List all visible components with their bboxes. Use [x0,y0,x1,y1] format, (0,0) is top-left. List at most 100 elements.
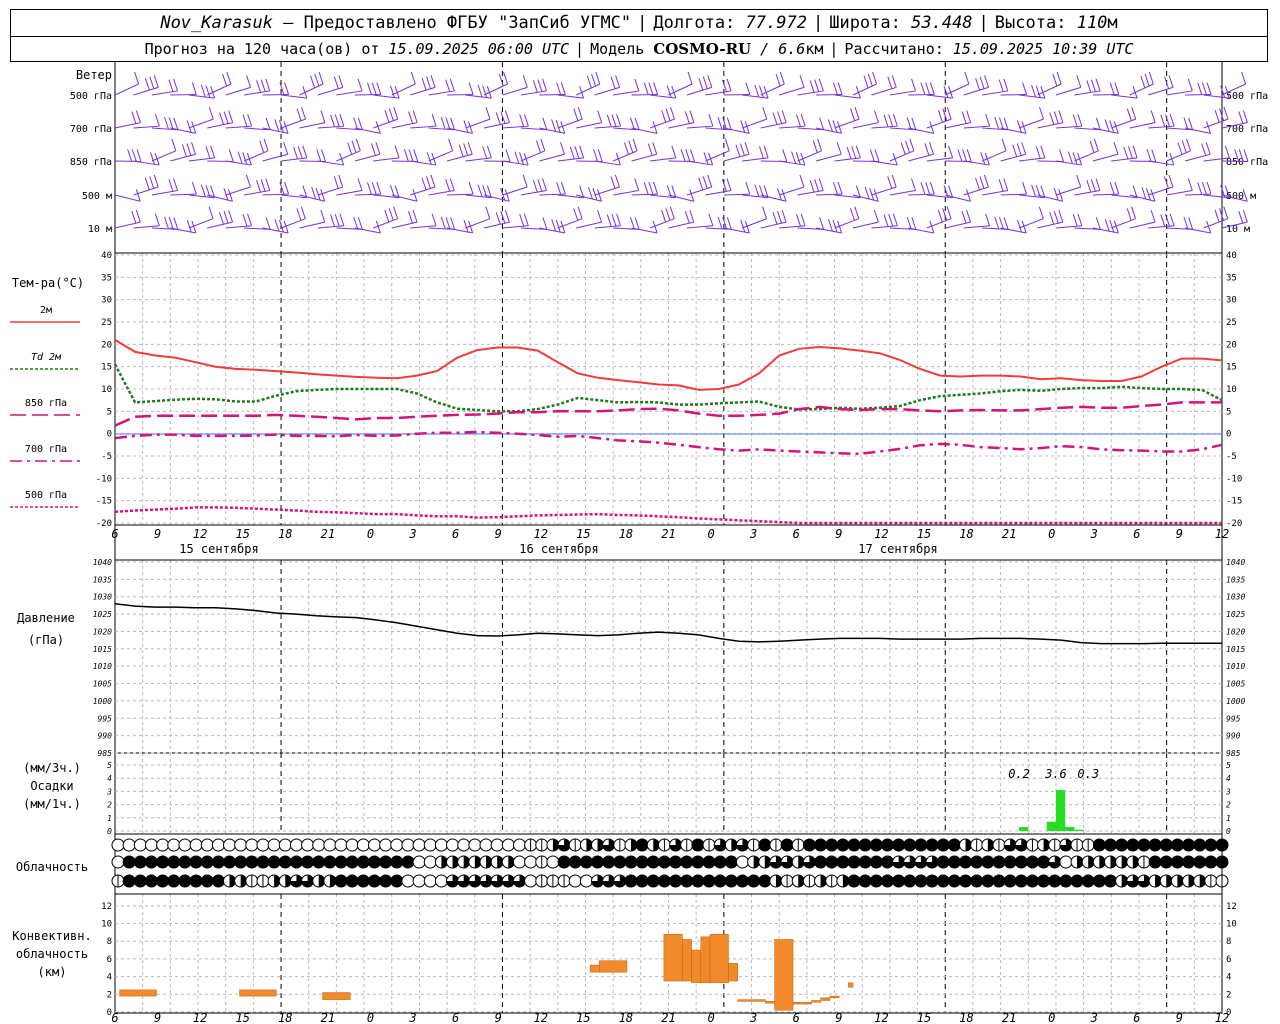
pressure-y-tick-left: 1010 [93,662,112,671]
cloud-symbol [1182,874,1196,888]
wind-barb-feather [1086,80,1092,93]
wind-barb-feather [1150,189,1156,202]
wind-barb-shaft [520,150,546,162]
cloud-symbol [591,838,605,852]
wind-barb-shaft [871,125,898,129]
conv-title-1: Конвективн. [12,929,91,943]
wind-barb-feather [1109,82,1115,95]
cloud-symbol [390,838,404,852]
wind-barb-feather [222,73,228,87]
wind-barb-shaft [963,225,990,229]
cloud-symbol [401,874,415,888]
wind-barb-feather [929,181,935,195]
wind-barb-feather [1076,75,1082,88]
wind-barb-shaft [723,227,750,234]
wind-barb-feather [883,214,889,227]
wind-barb-feather [994,216,1000,230]
wind-level-label-right: 500 гПа [1226,91,1268,102]
wind-barb-shaft [299,122,326,129]
conv-bar [239,989,277,997]
wind-barb-feather [522,174,528,188]
cloud-symbol [825,874,839,888]
wind-barb-shaft [1055,86,1081,96]
cloud-symbol [1003,855,1017,869]
wind-barb-shaft [1037,221,1063,229]
wind-barb-feather [1150,209,1156,223]
wind-barb-shaft [852,83,877,96]
cloud-symbol [713,874,727,888]
wind-barb-feather [1016,143,1022,156]
wind-barb-feather [1186,138,1192,151]
cloud-symbol [323,838,337,852]
cloud-symbol [669,838,683,852]
x-tick-label: 15 [917,1011,931,1024]
wind-barb-feather [1206,181,1212,195]
wind-barb-feather [1188,117,1194,130]
wind-barb-feather [1035,146,1041,159]
wind-barb-shaft [428,189,455,196]
conv-bar [589,964,600,973]
cloud-symbol [802,874,816,888]
cloud-symbol [1003,874,1017,888]
cloud-symbol [579,855,593,869]
wind-barb-feather [468,121,474,134]
wind-level-label-left: 850 гПа [70,157,112,168]
wind-barb-feather [556,182,562,195]
wind-barb-feather [449,178,455,191]
wind-barb-feather [911,78,917,92]
cloud-symbol [446,855,460,869]
cloud-symbol [702,838,716,852]
cloud-symbol [914,838,928,852]
wind-barb-feather [1114,181,1120,195]
conv-bar [820,997,831,1001]
wind-barb-feather [283,142,289,155]
cloud-symbol [713,838,727,852]
cloud-symbol [635,838,649,852]
wind-barb-feather [687,71,693,85]
x-tick-label: 0 [1048,527,1055,541]
cloud-symbol [847,874,861,888]
cloud-symbol [1204,874,1218,888]
cloud-symbol [591,855,605,869]
wind-barb-feather [634,217,640,230]
wind-barb-feather [316,149,322,162]
wind-barb-feather [149,176,155,189]
wind-barb-feather [616,114,622,127]
cloud-symbol [646,874,660,888]
x-tick-label: 18 [959,527,973,541]
wind-barb-feather [873,110,879,123]
wind-barb-feather [1072,152,1078,165]
cloud-symbol [981,855,995,869]
x-tick-label: 9 [154,527,161,541]
wind-barb-shaft [243,150,269,162]
wind-barb-feather [223,111,229,124]
wind-barb-feather [891,174,897,188]
precip-y-tick-right: 1 [1226,814,1231,823]
cloud-symbol [1059,874,1073,888]
wind-barb-feather [1238,111,1244,124]
precip-bar [1065,827,1075,831]
wind-barb-feather [1242,110,1248,123]
wind-barb-shaft [114,221,141,229]
wind-barb-feather [485,206,491,219]
wind-barb-feather [430,75,436,88]
wind-barb-feather [500,211,506,224]
cloud-symbol [914,855,928,869]
conv-y-tick-right: 8 [1226,937,1231,947]
wind-barb-feather [421,177,427,191]
wind-barb-shaft [649,157,676,162]
wind-barb-shaft [926,157,953,162]
cloud-symbol [1148,855,1162,869]
cloud-cover-symbols [111,838,1229,888]
wind-barb-feather [1242,209,1248,223]
wind-barb-feather [556,82,562,95]
wind-barb-feather [1077,213,1083,226]
precip-y-tick-left: 1 [107,814,112,823]
wind-barb-feather [164,216,169,230]
wind-barb-shaft [557,157,584,162]
wind-barb-feather [1164,76,1170,89]
wind-barb-feather [669,206,675,219]
precip-annotation: 0.3 [1077,767,1099,781]
wind-barb-shaft [428,150,453,162]
cloud-symbol [178,855,192,869]
